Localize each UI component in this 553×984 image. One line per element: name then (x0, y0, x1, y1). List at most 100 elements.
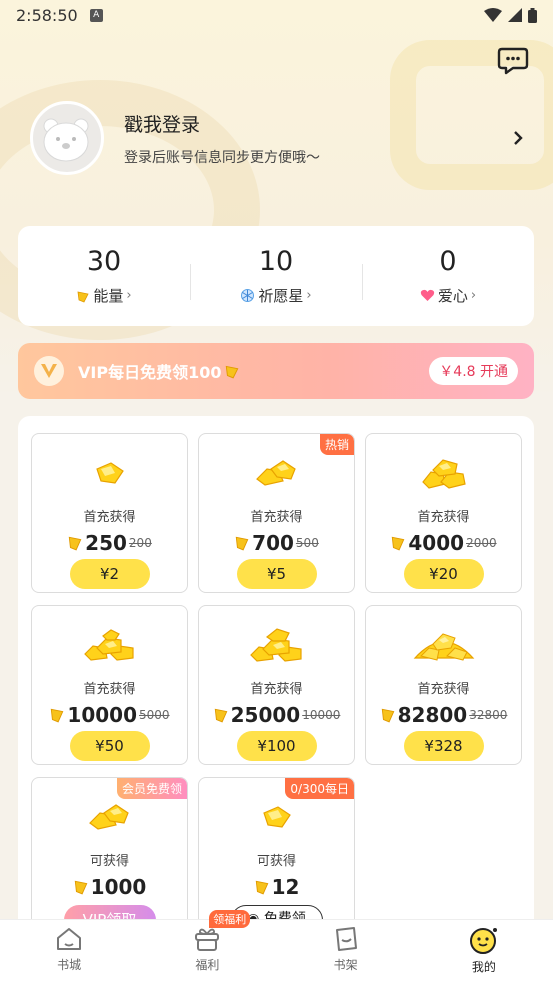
pack-label: 可获得 (256, 854, 296, 869)
vip-free-tag: 会员免费领 (116, 778, 187, 799)
stat-value: 0 (439, 246, 457, 277)
pack-amount: 10000 (67, 703, 138, 727)
pack-label: 首充获得 (417, 682, 470, 697)
bear-avatar-icon (43, 118, 89, 162)
pack-label: 首充获得 (250, 682, 303, 697)
tab-bookstore[interactable]: 书城 (0, 920, 138, 984)
profile-text: 戳我登录 登录后账号信息同步更方便哦～ (124, 110, 320, 167)
pack-original-amount: 10000 (302, 708, 341, 722)
notification-icon: A (89, 8, 103, 22)
stat-love[interactable]: 0 爱心 › (362, 246, 534, 306)
pack-card[interactable]: 热销 首充获得 700 500 ¥5 (198, 433, 355, 593)
login-profile-row[interactable]: 戳我登录 登录后账号信息同步更方便哦～ (30, 100, 530, 176)
pack-amount: 82800 (397, 703, 468, 727)
tab-bookshelf[interactable]: 书架 (277, 920, 415, 984)
bottom-tab-bar: 书城 领福利 福利 书架 我的 (0, 910, 553, 984)
chat-bubble-icon (497, 47, 529, 75)
coin-icon (392, 536, 405, 551)
pack-amount: 12 (271, 875, 300, 899)
profile-face-icon (469, 928, 497, 954)
pack-label: 首充获得 (417, 510, 470, 525)
chevron-right-icon[interactable] (512, 130, 524, 146)
message-button[interactable] (497, 46, 529, 76)
gift-icon (195, 928, 220, 951)
coin-icon (74, 880, 88, 895)
home-icon (57, 928, 82, 950)
gold-pile-icon (366, 448, 521, 498)
pack-price-button[interactable]: ¥2 (69, 559, 150, 589)
gold-heap-icon (366, 620, 521, 670)
stat-label: 能量 (93, 287, 124, 305)
tab-label: 书架 (333, 958, 358, 972)
pack-card[interactable]: 首充获得 10000 5000 ¥50 (31, 605, 188, 765)
avatar[interactable] (30, 101, 104, 175)
pack-price-button[interactable]: ¥328 (403, 731, 484, 761)
coin-icon (381, 708, 394, 723)
bookshelf-icon (335, 927, 357, 951)
gold-nugget-icon (199, 792, 354, 842)
hot-tag: 热销 (319, 434, 354, 455)
stat-label: 祈愿星 (258, 287, 304, 305)
welfare-badge: 领福利 (209, 910, 251, 928)
status-time: 2:58:50 (16, 5, 78, 25)
stat-value: 10 (258, 246, 294, 277)
vip-free-pack-card[interactable]: 会员免费领 可获得 1000 VIP领取 (31, 777, 188, 937)
pack-amount: 1000 (90, 875, 147, 899)
tab-label: 我的 (471, 960, 496, 974)
pack-original-amount: 5000 (139, 708, 170, 722)
pack-original-amount: 2000 (466, 536, 497, 550)
stat-label: 爱心 (437, 287, 468, 305)
stats-card: 30 能量 › 10 祈愿星 › 0 爱心 › (18, 226, 534, 326)
chevron-right-icon: › (306, 288, 312, 303)
stat-wish-star[interactable]: 10 祈愿星 › (190, 246, 362, 306)
pack-amount: 250 (85, 531, 127, 555)
coin-icon (255, 880, 268, 895)
status-indicators (484, 7, 537, 23)
pack-price-button[interactable]: ¥50 (69, 731, 150, 761)
coin-icon (214, 708, 227, 723)
login-title[interactable]: 戳我登录 (124, 110, 320, 137)
gold-nuggets-icon (32, 792, 187, 842)
pack-amount: 25000 (230, 703, 301, 727)
vip-badge-icon (34, 356, 64, 386)
header-background (0, 0, 553, 400)
snowflake-icon (241, 289, 255, 302)
chevron-right-icon: › (126, 288, 132, 303)
tab-label: 福利 (195, 958, 220, 972)
stat-energy[interactable]: 30 能量 › (18, 246, 190, 306)
pack-label: 首充获得 (83, 510, 136, 525)
pack-original-amount: 32800 (469, 708, 508, 722)
coin-icon (235, 536, 249, 551)
pack-card[interactable]: 首充获得 25000 10000 ¥100 (198, 605, 355, 765)
pack-card[interactable]: 首充获得 82800 32800 ¥328 (365, 605, 522, 765)
pack-original-amount: 200 (128, 536, 152, 550)
gold-pile-icon (32, 620, 187, 670)
vip-activate-button[interactable]: ￥4.8 开通 (429, 357, 518, 385)
wifi-icon (484, 8, 502, 22)
recharge-packs: 首充获得 250 200 ¥2 热销 首充获得 700 500 ¥5 首充获得 … (18, 416, 534, 937)
tab-label: 书城 (57, 958, 82, 972)
gold-pile-icon (199, 620, 354, 670)
pack-label: 可获得 (89, 854, 129, 869)
status-bar: 2:58:50 A (0, 0, 553, 30)
battery-icon (528, 7, 537, 23)
vip-banner[interactable]: VIP每日免费领100 ￥4.8 开通 (18, 343, 534, 399)
gold-nugget-icon (32, 448, 187, 498)
pack-original-amount: 500 (295, 536, 319, 550)
coin-icon (77, 290, 89, 303)
tab-welfare[interactable]: 领福利 福利 (138, 910, 276, 984)
coin-icon (51, 708, 64, 723)
pack-card[interactable]: 首充获得 4000 2000 ¥20 (365, 433, 522, 593)
tab-mine[interactable]: 我的 (415, 920, 553, 984)
heart-icon (420, 289, 435, 301)
pack-price-button[interactable]: ¥5 (236, 559, 317, 589)
coin-icon (68, 536, 82, 551)
daily-limit-tag: 0/300每日 (285, 778, 354, 799)
pack-price-button[interactable]: ¥100 (236, 731, 317, 761)
pack-amount: 4000 (408, 531, 465, 555)
pack-card[interactable]: 首充获得 250 200 ¥2 (31, 433, 188, 593)
pack-amount: 700 (252, 531, 294, 555)
coin-icon (226, 365, 239, 379)
pack-price-button[interactable]: ¥20 (403, 559, 484, 589)
gold-nuggets-icon (199, 448, 354, 498)
